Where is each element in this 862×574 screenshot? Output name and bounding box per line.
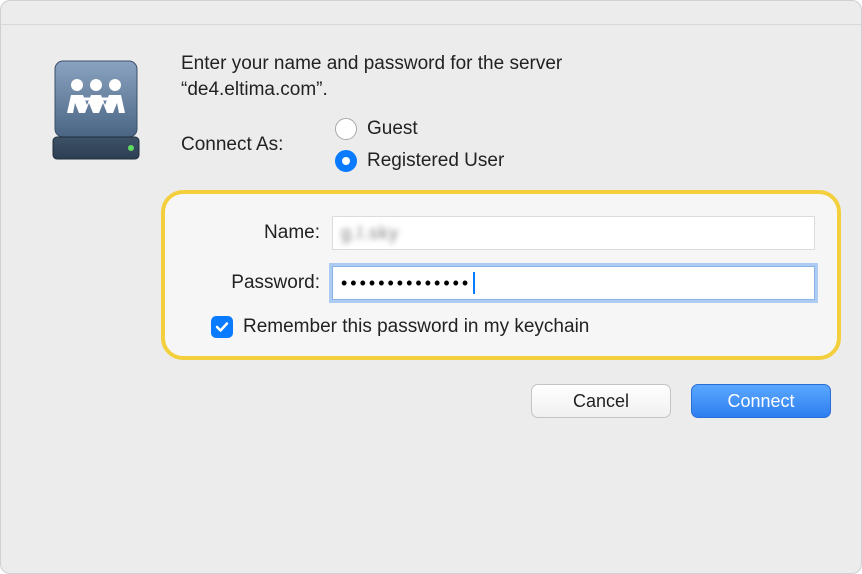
prompt-text: Enter your name and password for the ser… — [181, 51, 841, 102]
radio-guest-label: Guest — [367, 118, 418, 140]
remember-checkbox[interactable] — [211, 316, 233, 338]
name-input[interactable]: g.l.sky — [332, 216, 815, 250]
auth-dialog: Enter your name and password for the ser… — [0, 0, 862, 574]
name-row: Name: g.l.sky — [187, 216, 815, 250]
password-row: Password: •••••••••••••• — [187, 266, 815, 300]
main-column: Enter your name and password for the ser… — [181, 51, 841, 418]
connect-as-label: Connect As: — [181, 134, 331, 156]
cancel-button-label: Cancel — [573, 391, 629, 412]
credentials-highlight: Name: g.l.sky Password: •••••••••••••• — [161, 190, 841, 360]
remember-row[interactable]: Remember this password in my keychain — [211, 316, 815, 338]
cancel-button[interactable]: Cancel — [531, 384, 671, 418]
radio-registered-user[interactable]: Registered User — [335, 150, 504, 172]
text-caret — [473, 272, 475, 294]
password-input[interactable]: •••••••••••••• — [332, 266, 815, 300]
prompt-line1: Enter your name and password for the ser… — [181, 53, 562, 74]
name-value: g.l.sky — [341, 223, 399, 244]
connect-button-label: Connect — [727, 391, 794, 412]
prompt-line2: “de4.eltima.com”. — [181, 79, 328, 100]
connect-as-row: Connect As: Guest Registered User — [181, 118, 841, 172]
titlebar — [1, 1, 861, 25]
radio-registered-label: Registered User — [367, 150, 504, 172]
password-mask: •••••••••••••• — [341, 273, 471, 294]
button-row: Cancel Connect — [181, 384, 841, 418]
icon-column — [41, 51, 161, 418]
radio-guest[interactable]: Guest — [335, 118, 504, 140]
password-label: Password: — [187, 272, 332, 294]
connect-as-radio-group: Guest Registered User — [335, 118, 504, 172]
checkmark-icon — [214, 319, 230, 335]
dialog-content: Enter your name and password for the ser… — [1, 25, 861, 438]
remember-label: Remember this password in my keychain — [243, 316, 589, 338]
network-server-icon — [41, 55, 151, 165]
radio-guest-button[interactable] — [335, 118, 357, 140]
name-label: Name: — [187, 222, 332, 244]
radio-registered-button[interactable] — [335, 150, 357, 172]
connect-button[interactable]: Connect — [691, 384, 831, 418]
